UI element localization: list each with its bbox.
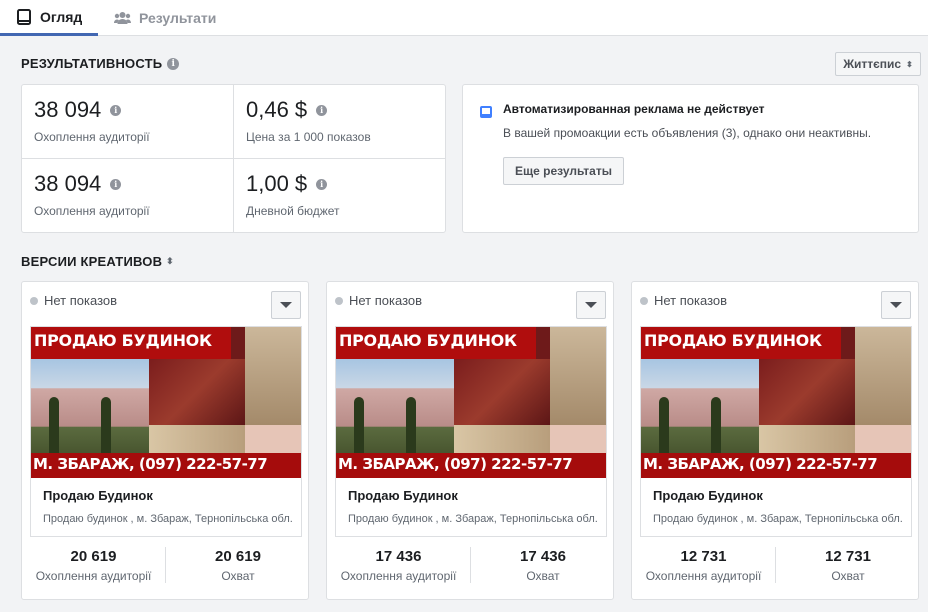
status-dot-icon	[30, 296, 38, 305]
ad-image: ПРОДАЮ БУДИНОК М. ЗБАРАЖ, (097) 222-57-7…	[336, 327, 606, 478]
stat-label: Охоплення аудиторії	[340, 569, 457, 583]
ad-image-phone: М. ЗБАРАЖ, (097) 222-57-77	[643, 455, 878, 473]
status-text: Нет показов	[349, 293, 423, 308]
ad-text: Продаю будинок , м. Збараж, Тернопільськ…	[43, 513, 293, 525]
more-results-button[interactable]: Еще результаты	[503, 157, 624, 185]
delivery-status: Нет показов	[335, 293, 422, 308]
status-text: Нет показов	[44, 293, 118, 308]
metric-label: Дневной бюджет	[246, 204, 340, 218]
metric-reach-2: 38 094 i Охоплення аудиторії	[22, 159, 234, 233]
metric-label: Цена за 1 000 показов	[246, 130, 371, 144]
info-icon[interactable]: i	[110, 178, 122, 190]
ad-image-headline: ПРОДАЮ БУДИНОК	[34, 331, 212, 350]
caret-down-icon	[585, 302, 597, 308]
stat-label: Охоплення аудиторії	[645, 569, 762, 583]
info-icon[interactable]: i	[316, 178, 328, 190]
automated-ads-notice: Автоматизированная реклама не действует …	[462, 84, 919, 233]
card-menu-button[interactable]	[881, 291, 911, 319]
performance-title: РЕЗУЛЬТАТИВНОСТЬ i	[21, 56, 180, 71]
ad-title: Продаю Будинок	[348, 488, 458, 503]
ad-image: ПРОДАЮ БУДИНОК М. ЗБАРАЖ, (097) 222-57-7…	[31, 327, 301, 478]
caret-down-icon	[890, 302, 902, 308]
creatives-title[interactable]: ВЕРСИИ КРЕАТИВОВ ⬍	[21, 254, 174, 269]
stat-value: 20 619	[70, 548, 117, 565]
tab-overview[interactable]: Огляд	[0, 0, 98, 36]
ad-text: Продаю будинок , м. Збараж, Тернопільськ…	[348, 513, 598, 525]
creatives-title-text: ВЕРСИИ КРЕАТИВОВ	[21, 254, 163, 269]
tablet-icon	[17, 8, 31, 25]
tab-overview-label: Огляд	[40, 8, 83, 25]
metric-reach: 38 094 i Охоплення аудиторії	[22, 85, 234, 159]
ad-image-phone: М. ЗБАРАЖ, (097) 222-57-77	[338, 455, 573, 473]
metrics-grid: 38 094 i Охоплення аудиторії 0,46 $ i Цена…	[21, 84, 446, 233]
ad-image-headline: ПРОДАЮ БУДИНОК	[339, 331, 517, 350]
ad-image-phone: М. ЗБАРАЖ, (097) 222-57-77	[33, 455, 268, 473]
metric-value: 0,46 $	[246, 97, 308, 122]
card-menu-button[interactable]	[271, 291, 301, 319]
stat-reach-alt: 12 731 Охват	[776, 547, 920, 583]
stat-value: 12 731	[680, 548, 727, 565]
tab-bar: Огляд Результати	[0, 0, 928, 36]
tab-results-label: Результати	[139, 10, 217, 26]
tab-results[interactable]: Результати	[114, 0, 216, 36]
delivery-status: Нет показов	[640, 293, 727, 308]
status-dot-icon	[640, 296, 648, 305]
stat-reach: 12 731 Охоплення аудиторії	[632, 547, 776, 583]
notice-title: Автоматизированная реклама не действует	[503, 102, 765, 116]
ad-image-headline: ПРОДАЮ БУДИНОК	[644, 331, 822, 350]
ad-text: Продаю будинок , м. Збараж, Тернопільськ…	[653, 513, 903, 525]
stat-reach: 17 436 Охоплення аудиторії	[327, 547, 471, 583]
metric-daily-budget: 1,00 $ i Дневной бюджет	[234, 159, 446, 233]
ad-image: ПРОДАЮ БУДИНОК М. ЗБАРАЖ, (097) 222-57-7…	[641, 327, 911, 478]
metric-label: Охоплення аудиторії	[34, 204, 150, 218]
creative-card: Нет показов ПРОДАЮ БУДИНОК М. ЗБАРАЖ, (0…	[21, 281, 309, 600]
notice-text: В вашей промоакции есть объявления (3), …	[503, 126, 872, 140]
metric-value: 38 094	[34, 97, 102, 122]
info-icon[interactable]: i	[316, 104, 328, 116]
stat-label: Охоплення аудиторії	[35, 569, 152, 583]
creative-card: Нет показов ПРОДАЮ БУДИНОК М. ЗБАРАЖ, (0…	[631, 281, 919, 600]
card-menu-button[interactable]	[576, 291, 606, 319]
period-dropdown-label: Життєпис	[843, 57, 902, 71]
sort-arrows-icon: ⬍	[906, 59, 913, 69]
metric-value: 1,00 $	[246, 171, 308, 196]
metric-label: Охоплення аудиторії	[34, 130, 150, 144]
people-icon	[114, 12, 131, 24]
stat-label: Охват	[526, 569, 560, 583]
caret-down-icon	[280, 302, 292, 308]
tablet-icon	[480, 106, 492, 118]
status-text: Нет показов	[654, 293, 728, 308]
stat-value: 17 436	[375, 548, 422, 565]
period-dropdown-button[interactable]: Життєпис ⬍	[835, 52, 921, 76]
ad-preview[interactable]: ПРОДАЮ БУДИНОК М. ЗБАРАЖ, (097) 222-57-7…	[335, 326, 607, 537]
ad-title: Продаю Будинок	[653, 488, 763, 503]
stat-value: 20 619	[215, 548, 261, 565]
status-dot-icon	[335, 296, 343, 305]
stat-label: Охват	[221, 569, 255, 583]
info-icon[interactable]: i	[110, 104, 122, 116]
ad-preview[interactable]: ПРОДАЮ БУДИНОК М. ЗБАРАЖ, (097) 222-57-7…	[30, 326, 302, 537]
stat-reach-alt: 20 619 Охват	[166, 547, 310, 583]
delivery-status: Нет показов	[30, 293, 117, 308]
info-icon[interactable]: i	[167, 57, 180, 70]
stat-reach: 20 619 Охоплення аудиторії	[22, 547, 166, 583]
stat-value: 17 436	[520, 548, 566, 565]
sort-arrows-icon: ⬍	[166, 256, 174, 266]
creative-card: Нет показов ПРОДАЮ БУДИНОК М. ЗБАРАЖ, (0…	[326, 281, 614, 600]
stat-label: Охват	[831, 569, 865, 583]
stat-value: 12 731	[825, 548, 871, 565]
ad-title: Продаю Будинок	[43, 488, 153, 503]
stat-reach-alt: 17 436 Охват	[471, 547, 615, 583]
metric-cpm: 0,46 $ i Цена за 1 000 показов	[234, 85, 446, 159]
ad-preview[interactable]: ПРОДАЮ БУДИНОК М. ЗБАРАЖ, (097) 222-57-7…	[640, 326, 912, 537]
performance-title-text: РЕЗУЛЬТАТИВНОСТЬ	[21, 56, 163, 71]
metric-value: 38 094	[34, 171, 102, 196]
